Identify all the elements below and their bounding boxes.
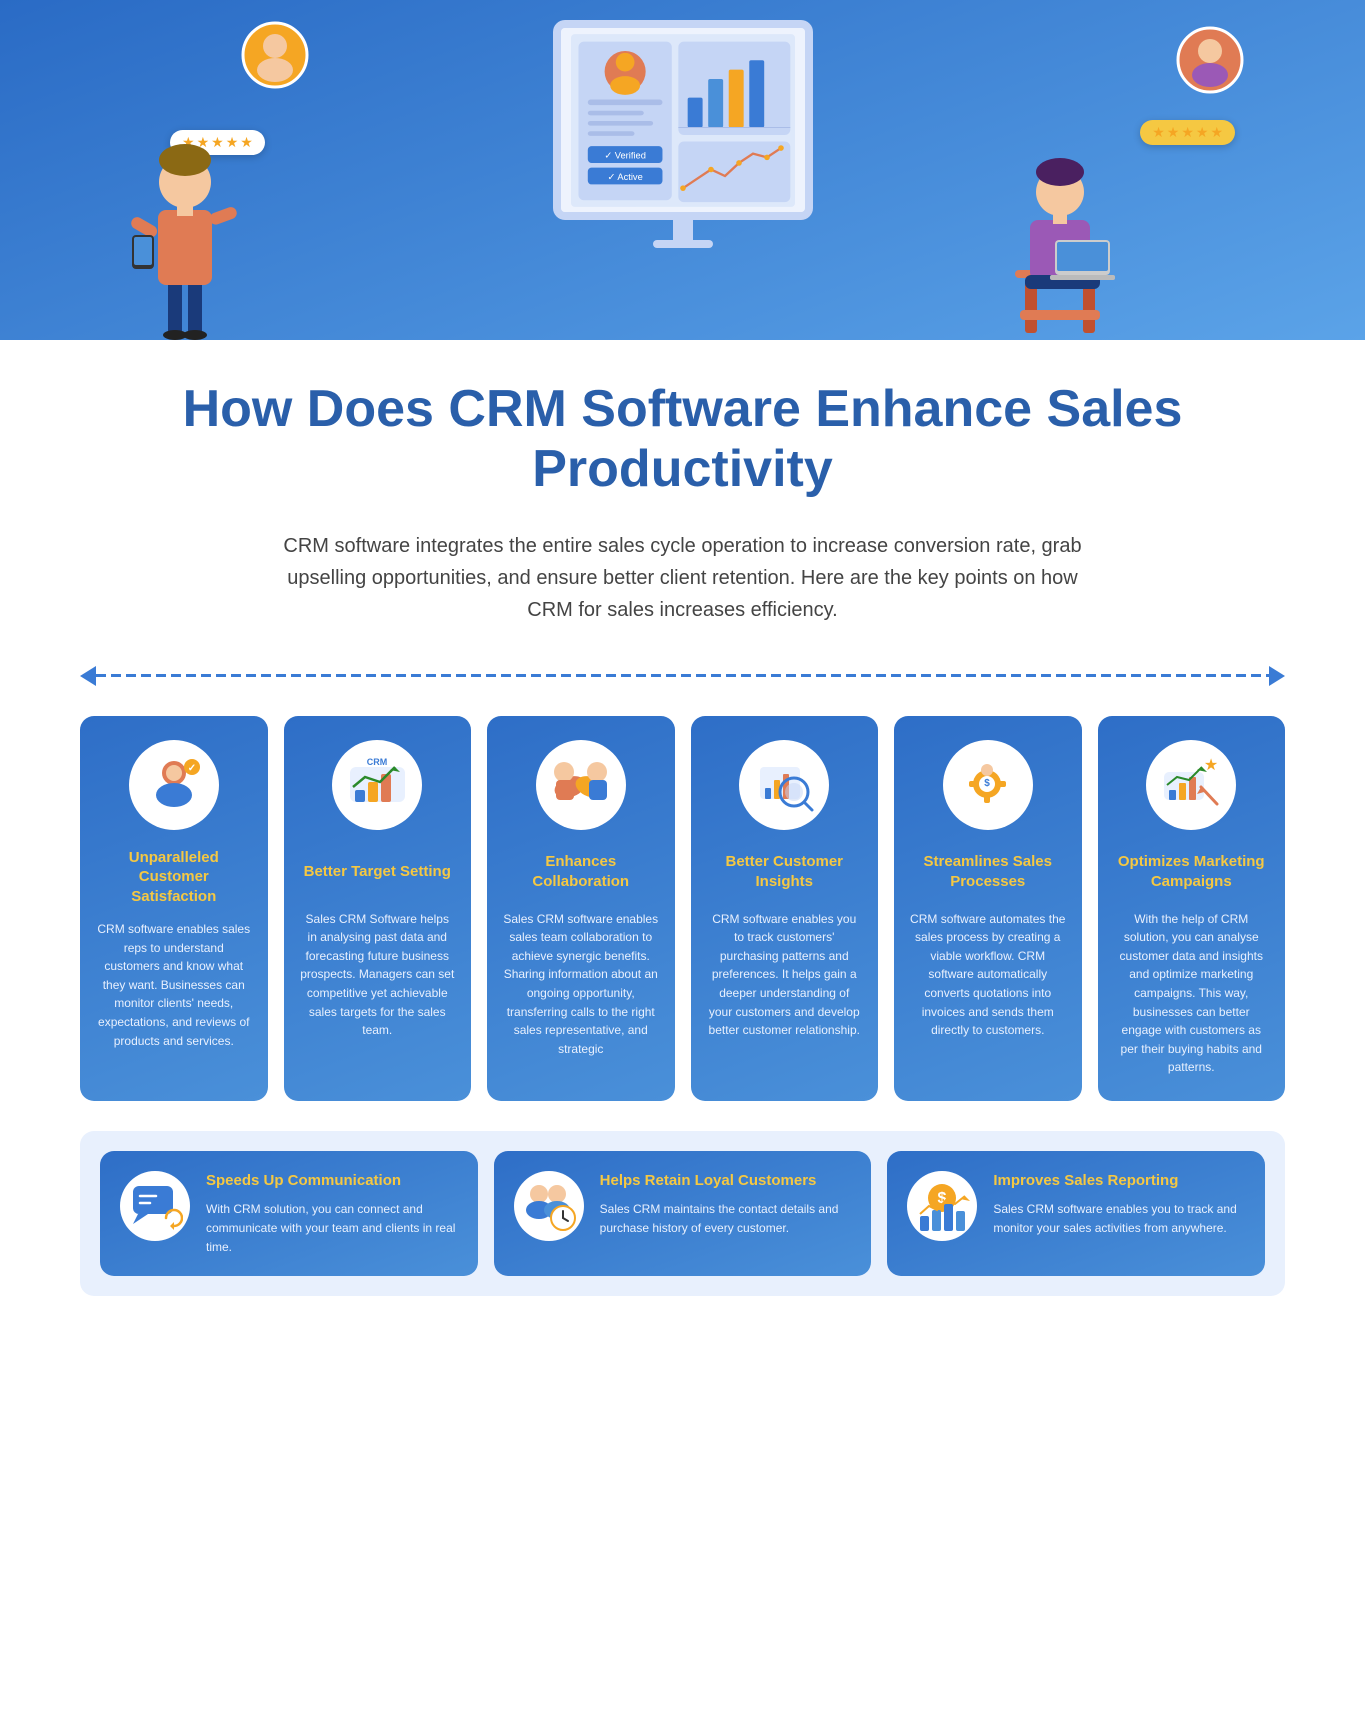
icon-gear-dollar: $ xyxy=(955,752,1020,817)
card-icon-reporting: $ xyxy=(907,1171,977,1241)
monitor-illustration: ✓ Verified ✓ Active xyxy=(543,20,823,260)
card-icon-marketing: ★ xyxy=(1146,740,1236,830)
card-loyal: Helps Retain Loyal Customers Sales CRM m… xyxy=(494,1151,872,1276)
star-icon-right-2: ★ xyxy=(1167,124,1180,141)
card-target: CRM Better Target Setting Sales CRM Soft… xyxy=(284,716,472,1101)
hero-section: ✓ Verified ✓ Active xyxy=(0,0,1365,340)
card-icon-communication xyxy=(120,1171,190,1241)
icon-crm-chart: CRM xyxy=(345,752,410,817)
intro-text: CRM software integrates the entire sales… xyxy=(283,530,1083,626)
hero-avatar-right-top xyxy=(1175,25,1245,95)
card-marketing: ★ Optimizes Marketing Campaigns With the… xyxy=(1098,716,1286,1101)
card-streamlines: $ Streamlines Sales Processes CRM softwa… xyxy=(894,716,1082,1101)
card-icon-streamlines: $ xyxy=(943,740,1033,830)
card-unparalleled: ✓ Unparalleled Customer Satisfaction CRM… xyxy=(80,716,268,1101)
arrow-line xyxy=(96,674,1269,677)
card-title-loyal: Helps Retain Loyal Customers xyxy=(600,1171,852,1191)
stars-badge-right: ★ ★ ★ ★ ★ xyxy=(1140,120,1235,145)
card-desc-loyal: Sales CRM maintains the contact details … xyxy=(600,1200,852,1237)
screen-content-svg: ✓ Verified ✓ Active xyxy=(571,28,795,213)
bottom-cards-grid: Speeds Up Communication With CRM solutio… xyxy=(80,1131,1285,1296)
card-insights: Better Customer Insights CRM software en… xyxy=(691,716,879,1101)
icon-chat-arrows xyxy=(128,1178,183,1233)
card-title-unparalleled: Unparalleled Customer Satisfaction xyxy=(96,848,252,907)
icon-person-checkmark: ✓ xyxy=(144,755,204,815)
star-icon-right-4: ★ xyxy=(1196,124,1209,141)
card-icon-loyal xyxy=(514,1171,584,1241)
card-collaboration: Enhances Collaboration Sales CRM softwar… xyxy=(487,716,675,1101)
hero-person-right xyxy=(995,120,1135,340)
card-title-streamlines: Streamlines Sales Processes xyxy=(910,848,1066,896)
monitor-screen-inner: ✓ Verified ✓ Active xyxy=(561,28,805,212)
star-icon-left-5: ★ xyxy=(240,134,253,151)
hero-person-left xyxy=(130,110,240,340)
card-title-insights: Better Customer Insights xyxy=(707,848,863,896)
card-communication: Speeds Up Communication With CRM solutio… xyxy=(100,1151,478,1276)
monitor-stand xyxy=(673,220,693,240)
card-content-loyal: Helps Retain Loyal Customers Sales CRM m… xyxy=(600,1171,852,1238)
card-title-communication: Speeds Up Communication xyxy=(206,1171,458,1191)
hero-avatar-left-top xyxy=(240,20,310,90)
svg-text:✓ Verified: ✓ Verified xyxy=(604,150,646,160)
page-title: How Does CRM Software Enhance Sales Prod… xyxy=(80,380,1285,500)
card-icon-collaboration xyxy=(536,740,626,830)
card-desc-collaboration: Sales CRM software enables sales team co… xyxy=(503,910,659,1059)
card-desc-marketing: With the help of CRM solution, you can a… xyxy=(1114,910,1270,1077)
card-title-marketing: Optimizes Marketing Campaigns xyxy=(1114,848,1270,896)
card-desc-unparalleled: CRM software enables sales reps to under… xyxy=(96,920,252,1050)
svg-text:✓: ✓ xyxy=(188,763,196,774)
svg-text:✓ Active: ✓ Active xyxy=(607,171,642,181)
main-content: How Does CRM Software Enhance Sales Prod… xyxy=(0,340,1365,1336)
card-title-collaboration: Enhances Collaboration xyxy=(503,848,659,896)
icon-dollar-bars: $ xyxy=(915,1178,970,1233)
card-title-target: Better Target Setting xyxy=(300,848,456,896)
card-desc-communication: With CRM solution, you can connect and c… xyxy=(206,1200,458,1256)
icon-handshake xyxy=(548,752,613,817)
star-icon-right-5: ★ xyxy=(1210,124,1223,141)
svg-text:CRM: CRM xyxy=(367,757,388,767)
top-cards-grid: ✓ Unparalleled Customer Satisfaction CRM… xyxy=(80,716,1285,1101)
arrow-left-icon xyxy=(80,666,96,686)
card-desc-streamlines: CRM software automates the sales process… xyxy=(910,910,1066,1040)
monitor-screen-outer: ✓ Verified ✓ Active xyxy=(553,20,813,220)
icon-magnifier-chart xyxy=(752,752,817,817)
card-content-communication: Speeds Up Communication With CRM solutio… xyxy=(206,1171,458,1256)
arrow-right-icon xyxy=(1269,666,1285,686)
card-desc-target: Sales CRM Software helps in analysing pa… xyxy=(300,910,456,1040)
card-title-reporting: Improves Sales Reporting xyxy=(993,1171,1245,1191)
card-reporting: $ Improves Sales Reporting Sales CRM sof… xyxy=(887,1151,1265,1276)
svg-text:★: ★ xyxy=(1204,757,1218,774)
card-desc-insights: CRM software enables you to track custom… xyxy=(707,910,863,1040)
card-desc-reporting: Sales CRM software enables you to track … xyxy=(993,1200,1245,1237)
monitor-base xyxy=(653,240,713,248)
star-icon-right: ★ xyxy=(1152,124,1165,141)
icon-marketing-tools: ★ xyxy=(1159,752,1224,817)
star-icon-right-3: ★ xyxy=(1181,124,1194,141)
svg-text:$: $ xyxy=(984,778,990,789)
card-icon-target: CRM xyxy=(332,740,422,830)
icon-people-clock xyxy=(521,1178,576,1233)
card-content-reporting: Improves Sales Reporting Sales CRM softw… xyxy=(993,1171,1245,1238)
card-icon-insights xyxy=(739,740,829,830)
arrow-divider xyxy=(80,666,1285,686)
card-icon-unparalleled: ✓ xyxy=(129,740,219,830)
